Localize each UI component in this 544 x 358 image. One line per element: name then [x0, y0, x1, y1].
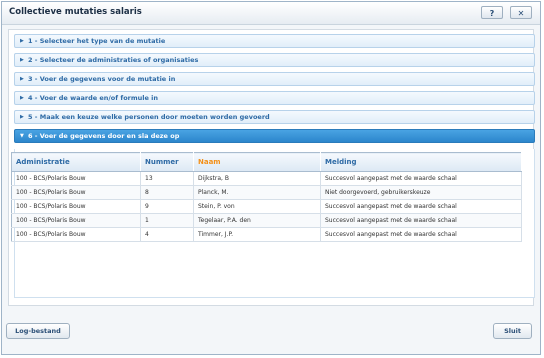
cell-nummer: 13: [140, 171, 194, 186]
step-3-header[interactable]: ▶ 3 - Voer de gegevens voor de mutatie i…: [14, 72, 535, 86]
cell-administratie: 100 - BCS/Polaris Bouw: [11, 227, 141, 242]
column-header-administratie[interactable]: Administratie: [11, 152, 141, 172]
cell-administratie: 100 - BCS/Polaris Bouw: [11, 185, 141, 200]
cell-melding: Succesvol aangepast met de waarde schaal: [320, 171, 522, 186]
chevron-right-icon: ▶: [20, 57, 24, 63]
step-label: 4 - Voer de waarde en/of formule in: [28, 94, 159, 102]
cell-naam: Planck, M.: [193, 185, 321, 200]
dialog-title: Collectieve mutaties salaris: [9, 7, 142, 17]
table-row[interactable]: 100 - BCS/Polaris Bouw 13 Dijkstra, B Su…: [11, 171, 522, 186]
table-row[interactable]: 100 - BCS/Polaris Bouw 8 Planck, M. Niet…: [11, 185, 522, 200]
step-label: 1 - Selecteer het type van de mutatie: [28, 37, 166, 45]
step-label: 2 - Selecteer de administraties of organ…: [28, 56, 199, 64]
cell-administratie: 100 - BCS/Polaris Bouw: [11, 213, 141, 228]
cell-melding: Succesvol aangepast met de waarde schaal: [320, 227, 522, 242]
step-6-header[interactable]: ▼ 6 - Voer de gegevens door en sla deze …: [14, 129, 535, 143]
table-row[interactable]: 100 - BCS/Polaris Bouw 1 Tegelaar, P.A. …: [11, 213, 522, 228]
dialog-titlebar: Collectieve mutaties salaris ? ✕: [2, 2, 540, 25]
step-5-header[interactable]: ▶ 5 - Maak een keuze welke personen door…: [14, 110, 535, 124]
cell-naam: Dijkstra, B: [193, 171, 321, 186]
cell-naam: Tegelaar, P.A. den: [193, 213, 321, 228]
cell-naam: Timmer, J.P.: [193, 227, 321, 242]
help-button[interactable]: ?: [481, 6, 503, 19]
step-2-header[interactable]: ▶ 2 - Selecteer de administraties of org…: [14, 53, 535, 67]
cell-administratie: 100 - BCS/Polaris Bouw: [11, 199, 141, 214]
close-button[interactable]: Sluit: [493, 323, 532, 339]
step-label: 5 - Maak een keuze welke personen door m…: [28, 113, 270, 121]
table-header-row: Administratie Nummer Naam Melding: [11, 152, 522, 172]
table-row[interactable]: 100 - BCS/Polaris Bouw 4 Timmer, J.P. Su…: [11, 227, 522, 242]
cell-nummer: 8: [140, 185, 194, 200]
column-header-naam[interactable]: Naam: [193, 152, 321, 172]
log-file-button[interactable]: Log-bestand: [6, 323, 70, 339]
step-1-header[interactable]: ▶ 1 - Selecteer het type van de mutatie: [14, 34, 535, 48]
cell-nummer: 9: [140, 199, 194, 214]
chevron-right-icon: ▶: [20, 38, 24, 44]
close-icon[interactable]: ✕: [510, 6, 532, 19]
chevron-right-icon: ▶: [20, 76, 24, 82]
step-4-header[interactable]: ▶ 4 - Voer de waarde en/of formule in: [14, 91, 535, 105]
chevron-right-icon: ▶: [20, 114, 24, 120]
cell-melding: Succesvol aangepast met de waarde schaal: [320, 213, 522, 228]
column-header-nummer[interactable]: Nummer: [140, 152, 194, 172]
cell-administratie: 100 - BCS/Polaris Bouw: [11, 171, 141, 186]
cell-melding: Succesvol aangepast met de waarde schaal: [320, 199, 522, 214]
cell-melding: Niet doorgevoerd, gebruikerskeuze: [320, 185, 522, 200]
cell-nummer: 1: [140, 213, 194, 228]
collectieve-mutaties-dialog: Collectieve mutaties salaris ? ✕ ▶ 1 - S…: [1, 1, 541, 355]
chevron-right-icon: ▶: [20, 95, 24, 101]
column-header-melding[interactable]: Melding: [320, 152, 522, 172]
step-label: 6 - Voer de gegevens door en sla deze op: [28, 132, 180, 140]
step-label: 3 - Voer de gegevens voor de mutatie in: [28, 75, 176, 83]
chevron-down-icon: ▼: [20, 133, 24, 139]
cell-nummer: 4: [140, 227, 194, 242]
table-row[interactable]: 100 - BCS/Polaris Bouw 9 Stein, P. von S…: [11, 199, 522, 214]
results-table: Administratie Nummer Naam Melding 100 - …: [11, 152, 522, 242]
cell-naam: Stein, P. von: [193, 199, 321, 214]
